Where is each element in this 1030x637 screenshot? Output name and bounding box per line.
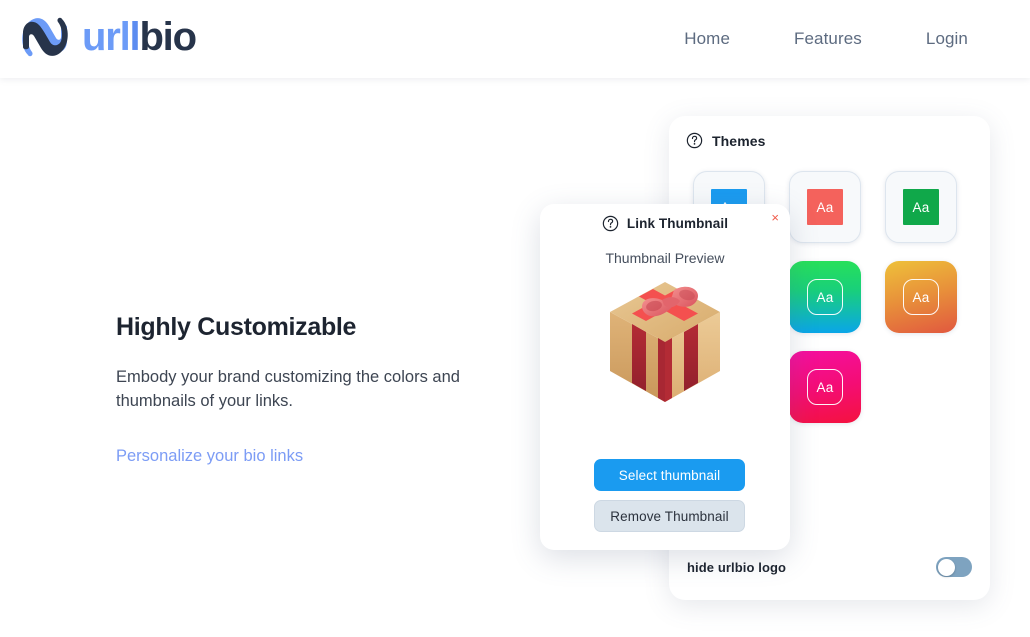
dialog-header: Link Thumbnail ×	[540, 204, 790, 232]
nav-item-features[interactable]: Features	[762, 23, 894, 55]
link-thumbnail-dialog: Link Thumbnail × Thumbnail Preview	[540, 204, 790, 550]
theme-tile-text: Aa	[903, 279, 939, 315]
theme-swatch-green-light[interactable]: Aa	[885, 171, 957, 243]
site-header: urllbio Home Features Login	[0, 0, 1030, 78]
theme-tile-text: Aa	[807, 369, 843, 405]
brand-logo[interactable]: urllbio	[18, 11, 196, 63]
hero-copy: Highly Customizable Embody your brand cu…	[116, 312, 516, 466]
main-navigation: Home Features Login	[652, 0, 1000, 78]
hide-logo-label: hide urlbio logo	[687, 560, 786, 575]
remove-thumbnail-button[interactable]: Remove Thumbnail	[594, 500, 745, 532]
themes-panel-title: Themes	[712, 133, 766, 149]
theme-tile-text: Aa	[807, 279, 843, 315]
nav-item-home[interactable]: Home	[652, 23, 762, 55]
dialog-title: Link Thumbnail	[627, 216, 728, 231]
brand-word-url: url	[82, 15, 130, 59]
question-circle-icon[interactable]	[686, 132, 703, 149]
brand-word-l: l	[130, 15, 140, 59]
select-thumbnail-button[interactable]: Select thumbnail	[594, 459, 745, 491]
theme-tile-text: Aa	[807, 189, 843, 225]
gift-box-illustration	[602, 272, 728, 408]
hide-urlbio-logo-toggle[interactable]	[936, 557, 972, 577]
hide-logo-row: hide urlbio logo	[669, 557, 990, 577]
theme-tile-text: Aa	[903, 189, 939, 225]
hero-description: Embody your brand customizing the colors…	[116, 366, 468, 414]
theme-swatch-orange-gradient[interactable]: Aa	[885, 261, 957, 333]
question-circle-icon[interactable]	[602, 215, 619, 232]
themes-panel-header: Themes	[669, 116, 990, 149]
theme-swatch-red-light[interactable]: Aa	[789, 171, 861, 243]
thumbnail-preview-label: Thumbnail Preview	[540, 250, 790, 266]
theme-swatch-pink-red-gradient[interactable]: Aa	[789, 351, 861, 423]
thumbnail-preview-image	[540, 272, 790, 408]
personalize-bio-links-link[interactable]: Personalize your bio links	[116, 447, 303, 466]
page-title: Highly Customizable	[116, 312, 516, 342]
theme-swatch-green-blue-gradient[interactable]: Aa	[789, 261, 861, 333]
brand-wordmark: urllbio	[82, 17, 196, 57]
close-x-icon[interactable]: ×	[771, 211, 779, 224]
brand-word-bio: bio	[139, 15, 195, 59]
toggle-knob	[938, 559, 955, 576]
nav-item-login[interactable]: Login	[894, 23, 1000, 55]
urlbio-n-logo-icon	[18, 11, 72, 63]
dialog-actions: Select thumbnail Remove Thumbnail	[594, 459, 745, 532]
